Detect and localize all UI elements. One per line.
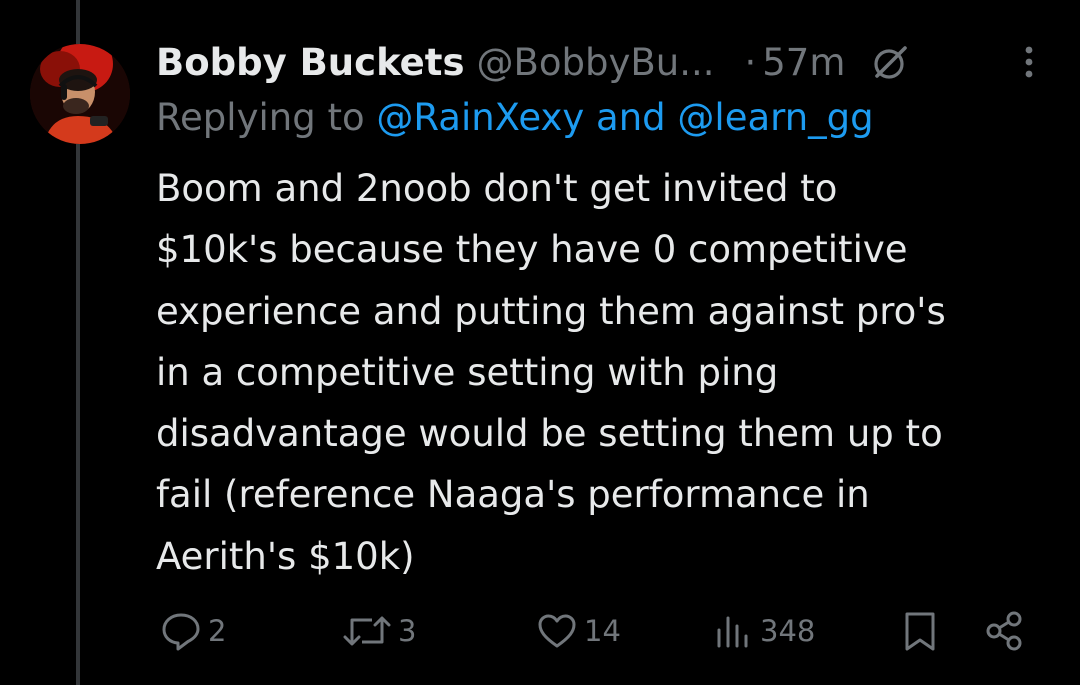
reply-button[interactable]: 2 — [160, 606, 226, 656]
bookmark-button[interactable] — [900, 606, 940, 656]
timestamp[interactable]: 57m — [762, 41, 845, 84]
mention-link[interactable]: @RainXexy — [376, 96, 584, 139]
like-button[interactable]: 14 — [536, 606, 621, 656]
replying-to: Replying to @RainXexy and @learn_gg — [156, 96, 874, 148]
grok-icon[interactable] — [871, 42, 911, 82]
repost-icon — [342, 610, 392, 652]
repost-count: 3 — [398, 614, 417, 648]
tweet-text-line: Aerith's $10k) — [156, 534, 415, 578]
views-count: 348 — [760, 614, 816, 648]
tweet-text-line: fail (reference Naaga's performance in — [156, 473, 870, 517]
tweet-header: Bobby Buckets @BobbyBu... · 57m — [156, 34, 1056, 90]
share-button[interactable] — [984, 606, 1026, 656]
like-icon — [536, 610, 578, 652]
tweet-text-line: in a competitive setting with ping — [156, 350, 779, 394]
user-handle[interactable]: @BobbyBu... — [476, 41, 714, 84]
tweet-text: Boom and 2noob don't get invited to $10k… — [156, 158, 1056, 587]
views-button[interactable]: 348 — [714, 606, 815, 656]
display-name[interactable]: Bobby Buckets — [156, 41, 464, 84]
like-count: 14 — [584, 614, 621, 648]
mention-join: and — [596, 96, 666, 139]
reply-icon — [160, 610, 202, 652]
reply-count: 2 — [208, 614, 227, 648]
separator-dot: · — [744, 40, 757, 84]
avatar[interactable] — [30, 44, 130, 144]
mention-link[interactable]: @learn_gg — [677, 96, 873, 139]
bookmark-icon — [900, 609, 940, 653]
repost-button[interactable]: 3 — [342, 606, 416, 656]
tweet-text-line: experience and putting them against pro'… — [156, 289, 946, 333]
more-options-icon[interactable] — [1022, 42, 1036, 86]
tweet-text-line: $10k's because they have 0 competitive — [156, 228, 908, 272]
tweet-text-line: disadvantage would be setting them up to — [156, 412, 943, 456]
tweet-text-line: Boom and 2noob don't get invited to — [156, 167, 838, 210]
share-icon — [984, 610, 1026, 652]
replying-prefix: Replying to — [156, 96, 365, 139]
views-icon — [714, 610, 754, 652]
